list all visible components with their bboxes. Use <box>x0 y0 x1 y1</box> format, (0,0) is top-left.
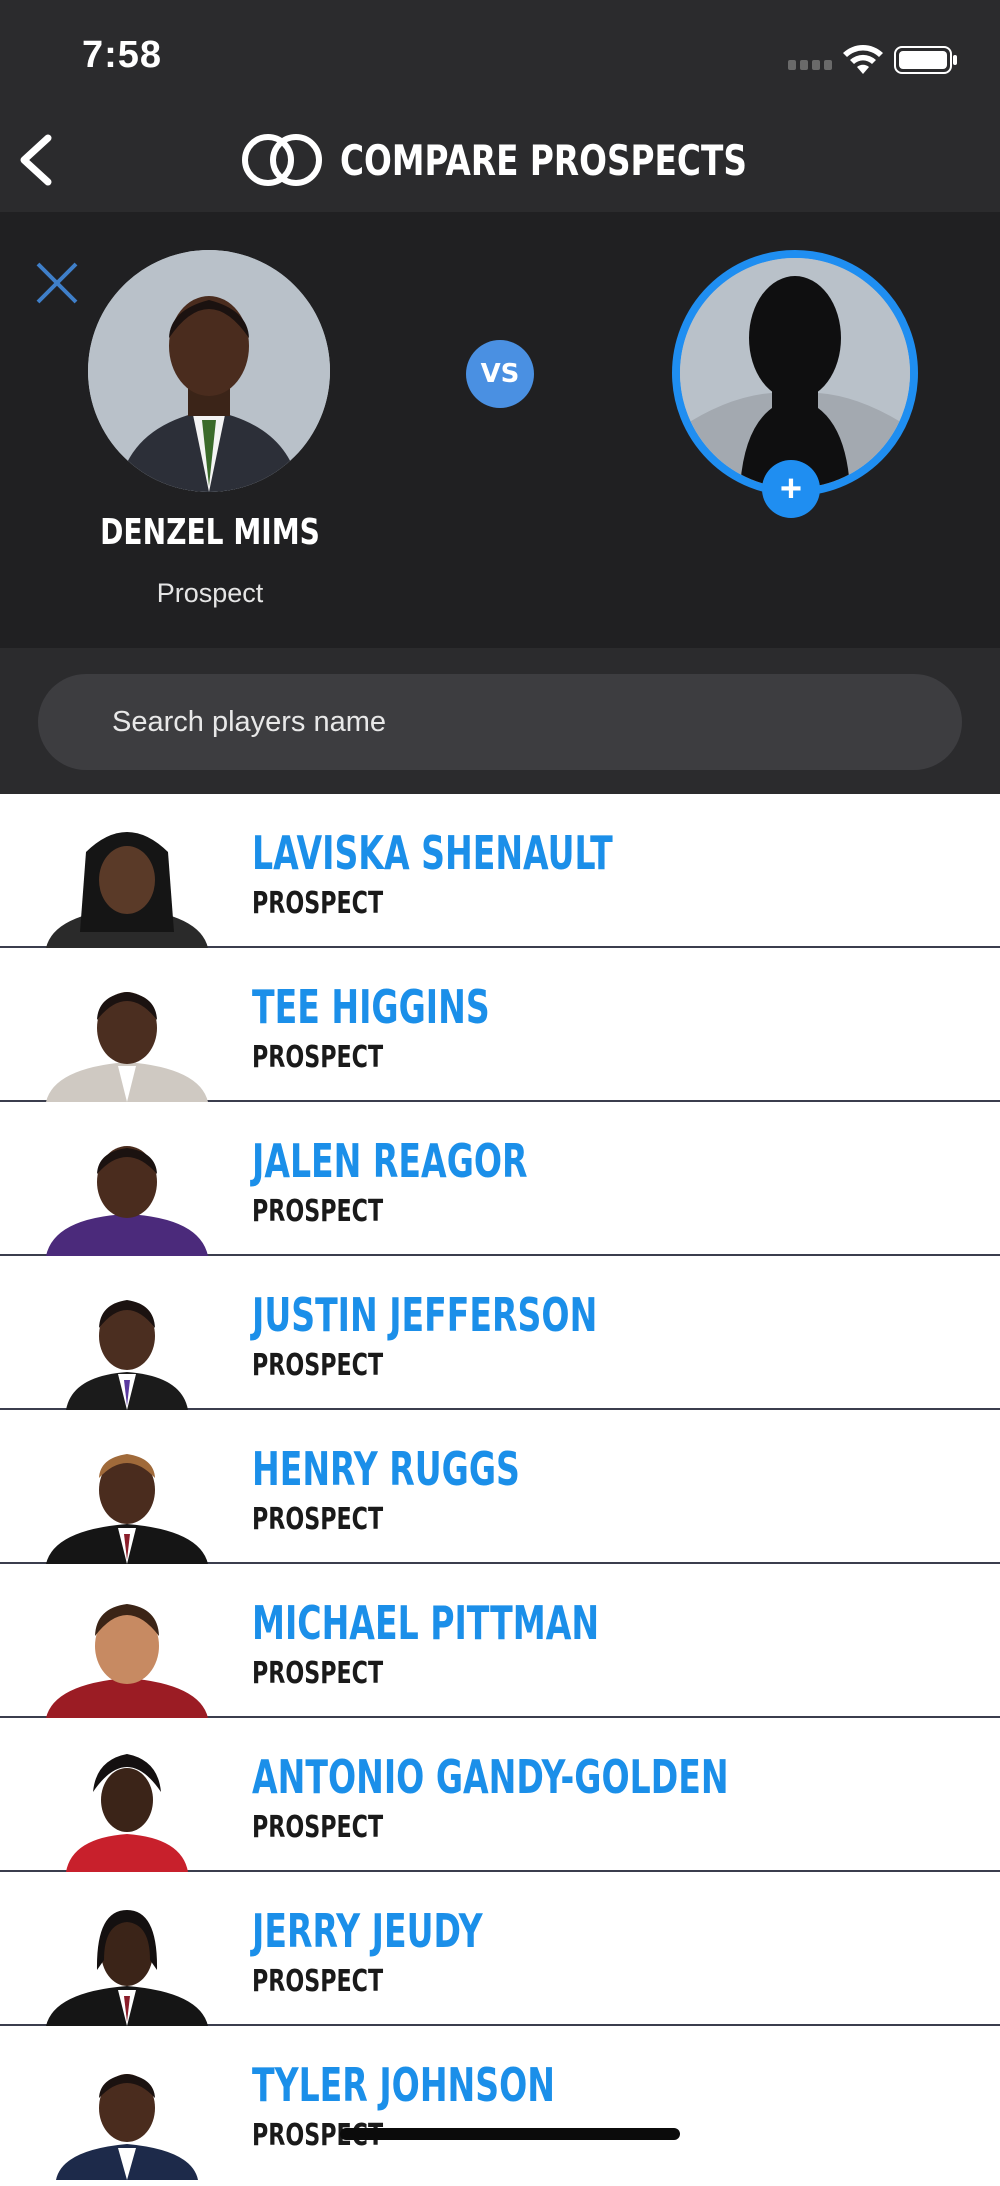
player-row[interactable]: TEE HIGGINS PROSPECT <box>0 948 1000 1102</box>
player-photo <box>46 1604 208 1718</box>
player-name: TEE HIGGINS <box>252 980 490 1034</box>
player-photo <box>46 832 208 948</box>
add-player-button[interactable]: + <box>762 460 820 518</box>
player-a-photo <box>88 250 330 492</box>
player-name: ANTONIO GANDY-GOLDEN <box>252 1750 729 1804</box>
remove-player-button[interactable] <box>34 260 80 306</box>
compare-panel: DENZEL MIMS Prospect VS + <box>0 212 1000 648</box>
player-photo <box>46 992 208 1102</box>
silhouette-icon <box>680 258 910 488</box>
player-row[interactable]: HENRY RUGGS PROSPECT <box>0 1410 1000 1564</box>
player-row[interactable]: ANTONIO GANDY-GOLDEN PROSPECT <box>0 1718 1000 1872</box>
search-bar <box>0 648 1000 794</box>
home-indicator <box>340 2128 680 2140</box>
player-role: PROSPECT <box>252 1194 384 1229</box>
player-a-name: DENZEL MIMS <box>100 512 320 553</box>
top-bar: 7:58 COMPARE PROSPECTS <box>0 0 1000 212</box>
player-name: TYLER JOHNSON <box>252 2058 555 2112</box>
player-photo <box>46 1454 208 1564</box>
player-role: PROSPECT <box>252 886 384 921</box>
player-photo <box>46 1910 208 2026</box>
player-photo <box>46 1146 208 1256</box>
search-input[interactable] <box>38 674 962 770</box>
player-photo <box>56 2074 198 2180</box>
player-b-placeholder-avatar[interactable] <box>672 250 918 496</box>
player-row[interactable]: JALEN REAGOR PROSPECT <box>0 1102 1000 1256</box>
player-role: PROSPECT <box>252 1810 384 1845</box>
player-row[interactable]: TYLER JOHNSON PROSPECT <box>0 2026 1000 2186</box>
player-name: JALEN REAGOR <box>252 1134 528 1188</box>
player-photo <box>66 1754 188 1872</box>
player-role: PROSPECT <box>252 1040 384 1075</box>
player-row[interactable]: JERRY JEUDY PROSPECT <box>0 1872 1000 2026</box>
header: COMPARE PROSPECTS <box>0 128 1000 192</box>
player-row[interactable]: LAVISKA SHENAULT PROSPECT <box>0 794 1000 948</box>
cellular-signal-icon <box>788 60 836 72</box>
player-photo <box>66 1300 188 1410</box>
player-name: HENRY RUGGS <box>252 1442 520 1496</box>
player-a-avatar[interactable] <box>88 250 330 492</box>
player-row[interactable]: JUSTIN JEFFERSON PROSPECT <box>0 1256 1000 1410</box>
compare-rings-icon <box>242 134 322 186</box>
player-name: MICHAEL PITTMAN <box>252 1596 600 1650</box>
player-name: LAVISKA SHENAULT <box>252 826 613 880</box>
player-role: PROSPECT <box>252 1656 384 1691</box>
player-a-role: Prospect <box>156 578 264 608</box>
page-title: COMPARE PROSPECTS <box>340 135 747 185</box>
player-role: PROSPECT <box>252 1502 384 1537</box>
wifi-icon <box>843 45 883 74</box>
status-time: 7:58 <box>82 34 163 76</box>
player-role: PROSPECT <box>252 1964 384 1999</box>
player-row[interactable]: MICHAEL PITTMAN PROSPECT <box>0 1564 1000 1718</box>
player-role: PROSPECT <box>252 1348 384 1383</box>
player-name: JERRY JEUDY <box>252 1904 483 1958</box>
player-list: LAVISKA SHENAULT PROSPECT TEE HIGGINS PR… <box>0 794 1000 2186</box>
player-name: JUSTIN JEFFERSON <box>252 1288 598 1342</box>
battery-icon <box>894 46 957 74</box>
vs-badge: VS <box>466 340 534 408</box>
